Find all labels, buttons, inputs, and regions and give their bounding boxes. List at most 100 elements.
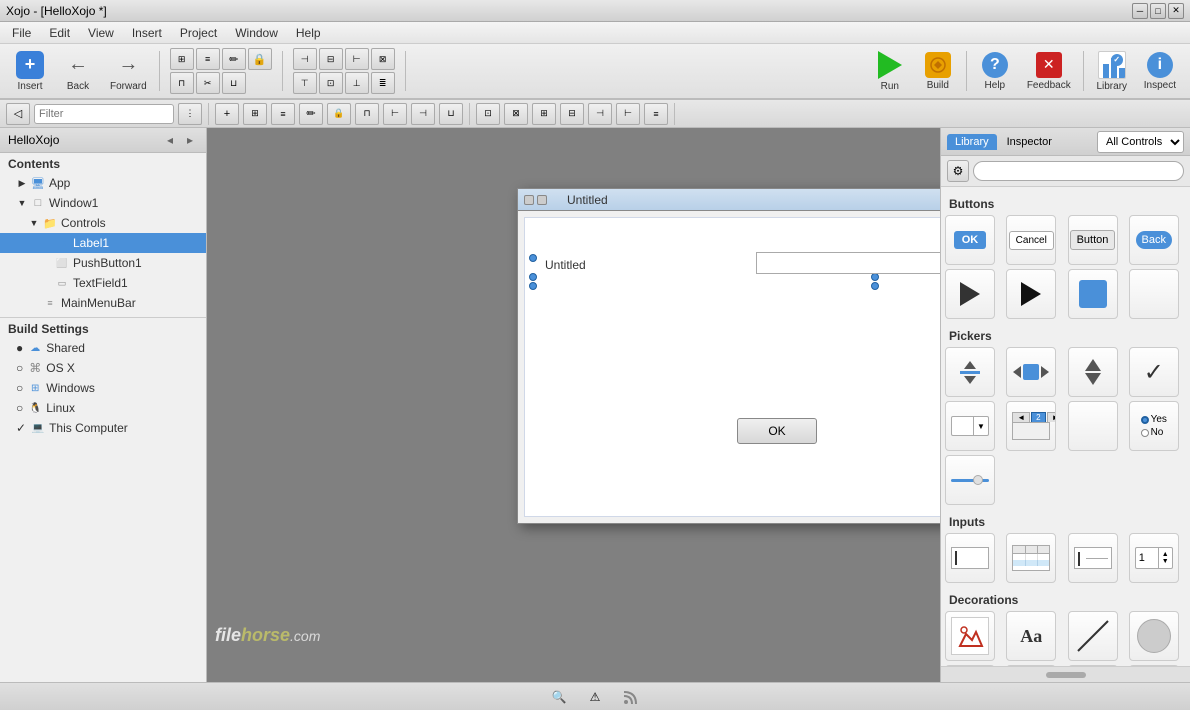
- ctrl-radio-group[interactable]: Yes No: [1129, 401, 1179, 451]
- ctrl-blue-rect[interactable]: [1068, 269, 1118, 319]
- ctrl-leftright-stepper[interactable]: [1006, 347, 1056, 397]
- menu-window[interactable]: Window: [227, 24, 286, 42]
- search-status-icon[interactable]: 🔍: [549, 687, 569, 707]
- toolbar-align-bottom[interactable]: ⊥: [345, 72, 369, 94]
- forward-button[interactable]: → Forward: [104, 47, 153, 95]
- align-btn6[interactable]: ⊢: [616, 103, 640, 125]
- insert-button[interactable]: + Insert: [8, 47, 52, 95]
- thiscomputer-checkbox[interactable]: ✓: [16, 421, 26, 435]
- build-item-linux[interactable]: ○ 🐧 Linux: [0, 398, 206, 418]
- copy-btn2[interactable]: ⊓: [355, 103, 379, 125]
- feedback-button[interactable]: ✕ Feedback: [1021, 47, 1077, 95]
- tree-item-textfield1[interactable]: ▭ TextField1: [0, 273, 206, 293]
- warning-status-icon[interactable]: ⚠: [585, 687, 605, 707]
- inspector-button[interactable]: i Inspect: [1138, 47, 1182, 95]
- menu-view[interactable]: View: [80, 24, 122, 42]
- ctrl-checkmark[interactable]: ✓: [1129, 347, 1179, 397]
- back-button[interactable]: ← Back: [56, 47, 100, 95]
- align-btn2[interactable]: ⊠: [504, 103, 528, 125]
- edit-btn2[interactable]: ✏: [299, 103, 323, 125]
- ctrl-blue-button[interactable]: Back: [1129, 215, 1179, 265]
- toolbar-align-right[interactable]: ⊢: [345, 48, 369, 70]
- build-item-shared[interactable]: ● ☁ Shared: [0, 338, 206, 358]
- tree-item-pushbutton1[interactable]: ⬜ PushButton1: [0, 253, 206, 273]
- ctrl-up-arrow[interactable]: [1068, 347, 1118, 397]
- linux-radio[interactable]: ○: [16, 401, 23, 415]
- help-button[interactable]: ? Help: [973, 47, 1017, 95]
- prev-nav-button[interactable]: ◂: [162, 132, 178, 148]
- tree-item-mainmenubar[interactable]: ≡ MainMenuBar: [0, 293, 206, 313]
- toolbar-cut-btn[interactable]: ✂: [196, 72, 220, 94]
- ctrl-multicolumn[interactable]: [1006, 533, 1056, 583]
- lock-btn2[interactable]: 🔒: [327, 103, 351, 125]
- dialog-textfield[interactable]: [756, 252, 940, 274]
- controls-dropdown[interactable]: All Controls: [1097, 131, 1184, 153]
- panel-scrollbar[interactable]: [941, 666, 1190, 682]
- ctrl-label-control[interactable]: Aa: [1006, 611, 1056, 661]
- toolbar-align-space[interactable]: ≣: [371, 72, 395, 94]
- toolbar-align-center[interactable]: ⊟: [319, 48, 343, 70]
- toolbar-list-btn[interactable]: ≡: [196, 48, 220, 70]
- list-view-button[interactable]: ≡: [271, 103, 295, 125]
- ctrl-updown-stepper[interactable]: [945, 347, 995, 397]
- filter-extra-btn[interactable]: ⋮: [178, 103, 202, 125]
- tree-item-app[interactable]: ▶ 🖥 App: [0, 173, 206, 193]
- run-button[interactable]: Run: [868, 47, 912, 95]
- ctrl-solid-triangle[interactable]: [1006, 269, 1056, 319]
- tree-item-window1[interactable]: ▼ □ Window1: [0, 193, 206, 213]
- toolbar-grid-btn[interactable]: ⊞: [170, 48, 194, 70]
- tab-inspector[interactable]: Inspector: [999, 134, 1060, 150]
- gear-button[interactable]: ⚙: [947, 160, 969, 182]
- menu-edit[interactable]: Edit: [41, 24, 78, 42]
- build-button[interactable]: Build: [916, 47, 960, 95]
- ctrl-spinner[interactable]: 1 ▲ ▼: [1129, 533, 1179, 583]
- paste-btn2[interactable]: ⊔: [439, 103, 463, 125]
- toolbar-lock-btn[interactable]: 🔒: [248, 48, 272, 70]
- next-nav-button[interactable]: ▸: [182, 132, 198, 148]
- cut-btn3[interactable]: ⊣: [411, 103, 435, 125]
- window-dialog[interactable]: Untitled _ □ ✕: [517, 188, 940, 524]
- ctrl-oval[interactable]: [1129, 611, 1179, 661]
- shared-radio[interactable]: ●: [16, 341, 23, 355]
- ctrl-canvas[interactable]: [945, 611, 995, 661]
- align-btn7[interactable]: ≡: [644, 103, 668, 125]
- build-item-windows[interactable]: ○ ⊞ Windows: [0, 378, 206, 398]
- build-item-thiscomputer[interactable]: ✓ 💻 This Computer: [0, 418, 206, 438]
- ctrl-play-button[interactable]: [945, 269, 995, 319]
- toolbar-paste-btn[interactable]: ⊔: [222, 72, 246, 94]
- tree-item-controls[interactable]: ▼ 📁 Controls: [0, 213, 206, 233]
- ctrl-cancel-button[interactable]: Cancel: [1006, 215, 1056, 265]
- ctrl-textfield-input[interactable]: [945, 533, 995, 583]
- toolbar-edit-btn[interactable]: ✏: [222, 48, 246, 70]
- ctrl-single-line[interactable]: [1068, 533, 1118, 583]
- menu-file[interactable]: File: [4, 24, 39, 42]
- ctrl-slider[interactable]: [945, 455, 995, 505]
- minimize-button[interactable]: ─: [1132, 3, 1148, 19]
- toggle-panel-button[interactable]: ◁: [6, 103, 30, 125]
- rss-status-icon[interactable]: [621, 687, 641, 707]
- align-btn3[interactable]: ⊞: [532, 103, 556, 125]
- ctrl-combo-box[interactable]: ▼: [945, 401, 995, 451]
- menu-project[interactable]: Project: [172, 24, 225, 42]
- cut-btn2[interactable]: ⊢: [383, 103, 407, 125]
- toolbar-copy-btn[interactable]: ⊓: [170, 72, 194, 94]
- add-item-button[interactable]: +: [215, 103, 239, 125]
- tree-item-label1[interactable]: Aa Label1: [0, 233, 206, 253]
- canvas-area[interactable]: Untitled _ □ ✕: [207, 128, 940, 682]
- maximize-button[interactable]: □: [1150, 3, 1166, 19]
- library-button[interactable]: ✓ Library: [1090, 47, 1134, 95]
- align-btn5[interactable]: ⊣: [588, 103, 612, 125]
- build-item-osx[interactable]: ○ ⌘ OS X: [0, 358, 206, 378]
- windows-radio[interactable]: ○: [16, 381, 23, 395]
- osx-radio[interactable]: ○: [16, 361, 23, 375]
- ctrl-line[interactable]: [1068, 611, 1118, 661]
- align-btn1[interactable]: ⊡: [476, 103, 500, 125]
- dialog-ok-button[interactable]: OK: [737, 418, 817, 444]
- filter-input[interactable]: [34, 104, 174, 124]
- right-search-input[interactable]: [973, 161, 1184, 181]
- ctrl-plain-button[interactable]: Button: [1068, 215, 1118, 265]
- close-button[interactable]: ✕: [1168, 3, 1184, 19]
- toolbar-align-middle[interactable]: ⊡: [319, 72, 343, 94]
- toolbar-align-left[interactable]: ⊣: [293, 48, 317, 70]
- ctrl-tab-control[interactable]: ◄ 2 ►: [1006, 401, 1056, 451]
